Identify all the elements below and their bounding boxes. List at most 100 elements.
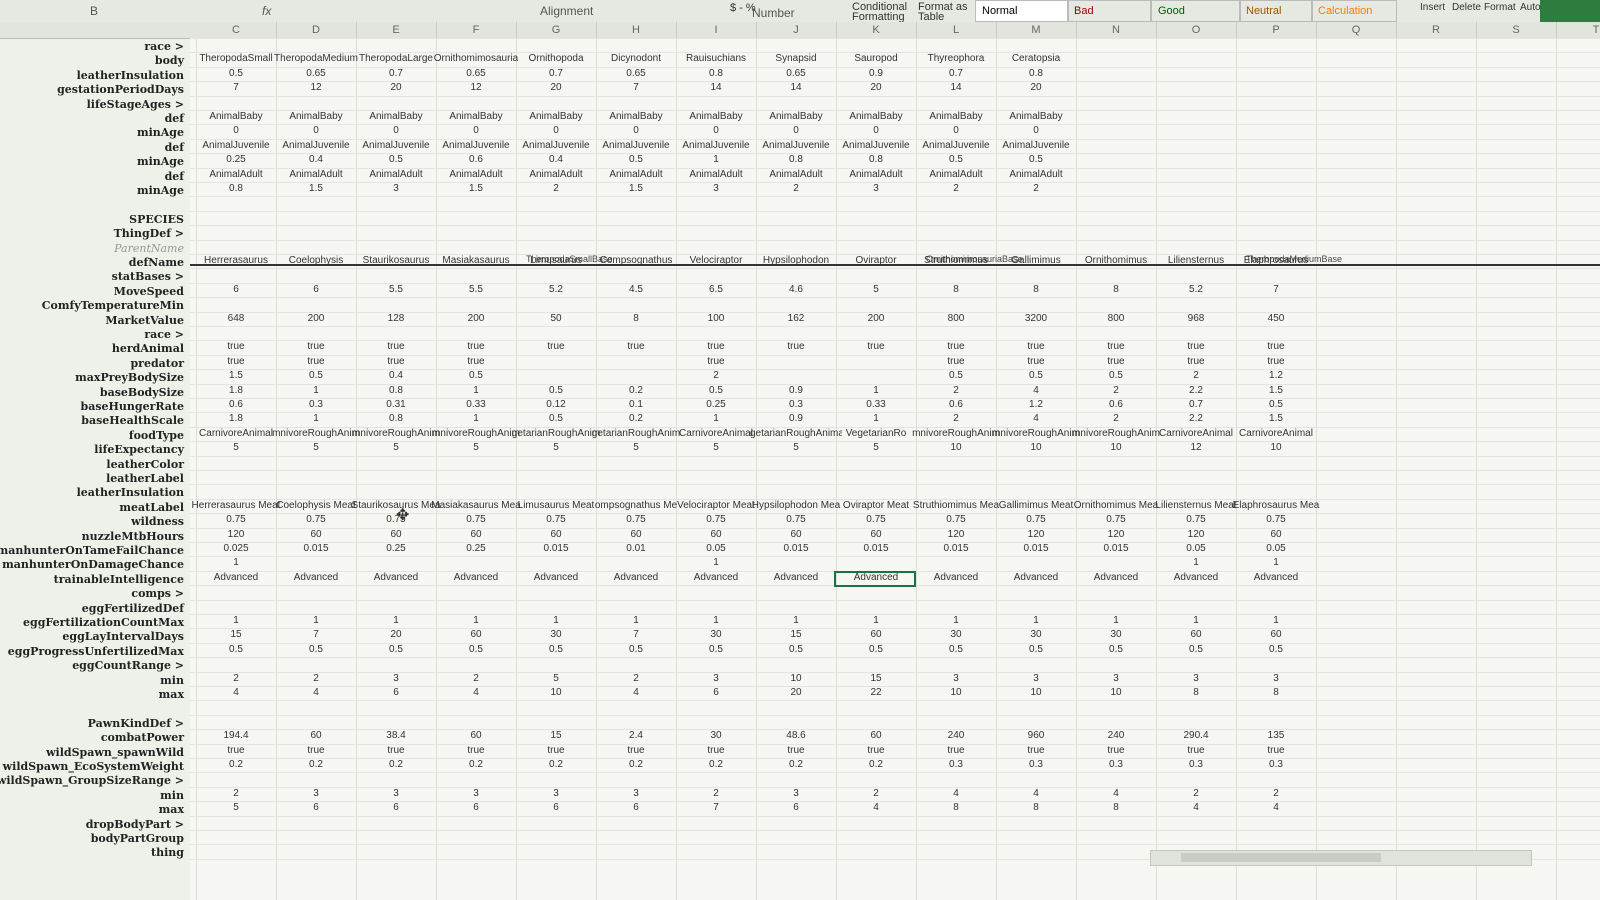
- cell[interactable]: 5: [590, 442, 682, 453]
- cell[interactable]: 0: [670, 125, 762, 136]
- cell[interactable]: 3: [350, 673, 442, 684]
- cell[interactable]: true: [430, 341, 522, 352]
- cell[interactable]: 0.2: [590, 413, 682, 424]
- cell[interactable]: 0.5: [670, 644, 762, 655]
- cell[interactable]: CarnivoreAnimal: [670, 428, 762, 439]
- cell[interactable]: 60: [1230, 629, 1322, 640]
- cell[interactable]: 0: [510, 125, 602, 136]
- cell[interactable]: 0.4: [270, 154, 362, 165]
- cell[interactable]: Ornithomimus Mea: [1070, 500, 1162, 511]
- cell[interactable]: AnimalAdult: [910, 169, 1002, 180]
- cell[interactable]: 0.7: [1150, 399, 1242, 410]
- cell[interactable]: 0.015: [910, 543, 1002, 554]
- cell[interactable]: 5: [270, 442, 362, 453]
- cell[interactable]: 0.5: [270, 370, 362, 381]
- cell[interactable]: 0.015: [510, 543, 602, 554]
- cell[interactable]: 14: [750, 82, 842, 93]
- cell[interactable]: 15: [830, 673, 922, 684]
- cell[interactable]: 0.12: [510, 399, 602, 410]
- cell[interactable]: 2: [190, 673, 282, 684]
- column-header-T[interactable]: T: [1556, 22, 1600, 38]
- cell[interactable]: ompsognathus Me: [590, 500, 682, 511]
- style-normal[interactable]: Normal: [975, 0, 1069, 22]
- cell[interactable]: CarnivoreAnimal: [1230, 428, 1322, 439]
- cell[interactable]: TheropodaLarge: [350, 53, 442, 64]
- cell[interactable]: 30: [670, 629, 762, 640]
- cell[interactable]: true: [1230, 356, 1322, 367]
- cell[interactable]: 0.015: [270, 543, 362, 554]
- cell[interactable]: 3: [670, 673, 762, 684]
- cell[interactable]: AnimalAdult: [750, 169, 842, 180]
- cell[interactable]: 60: [270, 529, 362, 540]
- cell[interactable]: mnivoreRoughAnim: [350, 428, 442, 439]
- cell[interactable]: AnimalBaby: [910, 111, 1002, 122]
- cell[interactable]: AnimalJuvenile: [830, 140, 922, 151]
- cell[interactable]: 2: [1070, 385, 1162, 396]
- cell[interactable]: TheropodaMedium: [270, 53, 362, 64]
- cell[interactable]: 0.5: [190, 68, 282, 79]
- cell[interactable]: 1: [830, 413, 922, 424]
- cell[interactable]: 200: [430, 313, 522, 324]
- cell[interactable]: 6: [350, 687, 442, 698]
- cell[interactable]: 4: [1150, 802, 1242, 813]
- style-bad[interactable]: Bad: [1067, 0, 1151, 22]
- cell[interactable]: 30: [910, 629, 1002, 640]
- cell[interactable]: 200: [830, 313, 922, 324]
- cell[interactable]: 0: [830, 125, 922, 136]
- cell[interactable]: 3: [350, 183, 442, 194]
- cell[interactable]: 12: [270, 82, 362, 93]
- cell[interactable]: 290.4: [1150, 730, 1242, 741]
- cell[interactable]: 14: [670, 82, 762, 93]
- cell[interactable]: mnivoreRoughAnim: [990, 428, 1082, 439]
- cell[interactable]: 0.3: [750, 399, 842, 410]
- cell[interactable]: true: [830, 341, 922, 352]
- cell[interactable]: 2.2: [1150, 413, 1242, 424]
- cell[interactable]: 0.25: [670, 399, 762, 410]
- cell[interactable]: 1: [270, 385, 362, 396]
- cell[interactable]: 0: [350, 125, 442, 136]
- cell[interactable]: 20: [350, 629, 442, 640]
- cell[interactable]: 10: [990, 687, 1082, 698]
- cell[interactable]: 240: [910, 730, 1002, 741]
- cell[interactable]: 0.65: [590, 68, 682, 79]
- cell[interactable]: 0.8: [670, 68, 762, 79]
- cell[interactable]: 1.8: [190, 385, 282, 396]
- cell[interactable]: 0.5: [270, 644, 362, 655]
- cell[interactable]: mnivoreRoughAnim: [910, 428, 1002, 439]
- cell[interactable]: Ceratopsia: [990, 53, 1082, 64]
- cell[interactable]: 15: [190, 629, 282, 640]
- cell[interactable]: 4: [190, 687, 282, 698]
- cell[interactable]: Gallimimus: [990, 255, 1082, 266]
- cell[interactable]: 0.75: [1150, 514, 1242, 525]
- cell[interactable]: 60: [750, 529, 842, 540]
- cell[interactable]: AnimalJuvenile: [270, 140, 362, 151]
- cell[interactable]: 60: [1230, 529, 1322, 540]
- column-header-Q[interactable]: Q: [1316, 22, 1397, 38]
- cell[interactable]: 1: [830, 385, 922, 396]
- cell[interactable]: 30: [1070, 629, 1162, 640]
- cell[interactable]: AnimalBaby: [270, 111, 362, 122]
- cell[interactable]: 2: [670, 370, 762, 381]
- cell[interactable]: 5: [750, 442, 842, 453]
- cell[interactable]: 8: [990, 284, 1082, 295]
- cell[interactable]: 6: [190, 284, 282, 295]
- cell[interactable]: 0.75: [430, 514, 522, 525]
- cell[interactable]: 1.5: [590, 183, 682, 194]
- cell[interactable]: 4: [1070, 788, 1162, 799]
- cell[interactable]: 2: [1230, 788, 1322, 799]
- cell[interactable]: 6: [750, 802, 842, 813]
- cell[interactable]: 1: [270, 615, 362, 626]
- cell[interactable]: 0.2: [510, 759, 602, 770]
- cell[interactable]: 1: [1150, 557, 1242, 568]
- cell[interactable]: 0.2: [750, 759, 842, 770]
- cell[interactable]: true: [510, 745, 602, 756]
- cell[interactable]: Advanced: [910, 572, 1002, 583]
- cell[interactable]: 5: [510, 442, 602, 453]
- scroll-thumb[interactable]: [1181, 853, 1381, 862]
- cell[interactable]: 7: [1230, 284, 1322, 295]
- cell[interactable]: 12: [430, 82, 522, 93]
- column-header-S[interactable]: S: [1476, 22, 1557, 38]
- cell[interactable]: AnimalJuvenile: [590, 140, 682, 151]
- cell[interactable]: 3: [270, 788, 362, 799]
- cell[interactable]: 0.25: [350, 543, 442, 554]
